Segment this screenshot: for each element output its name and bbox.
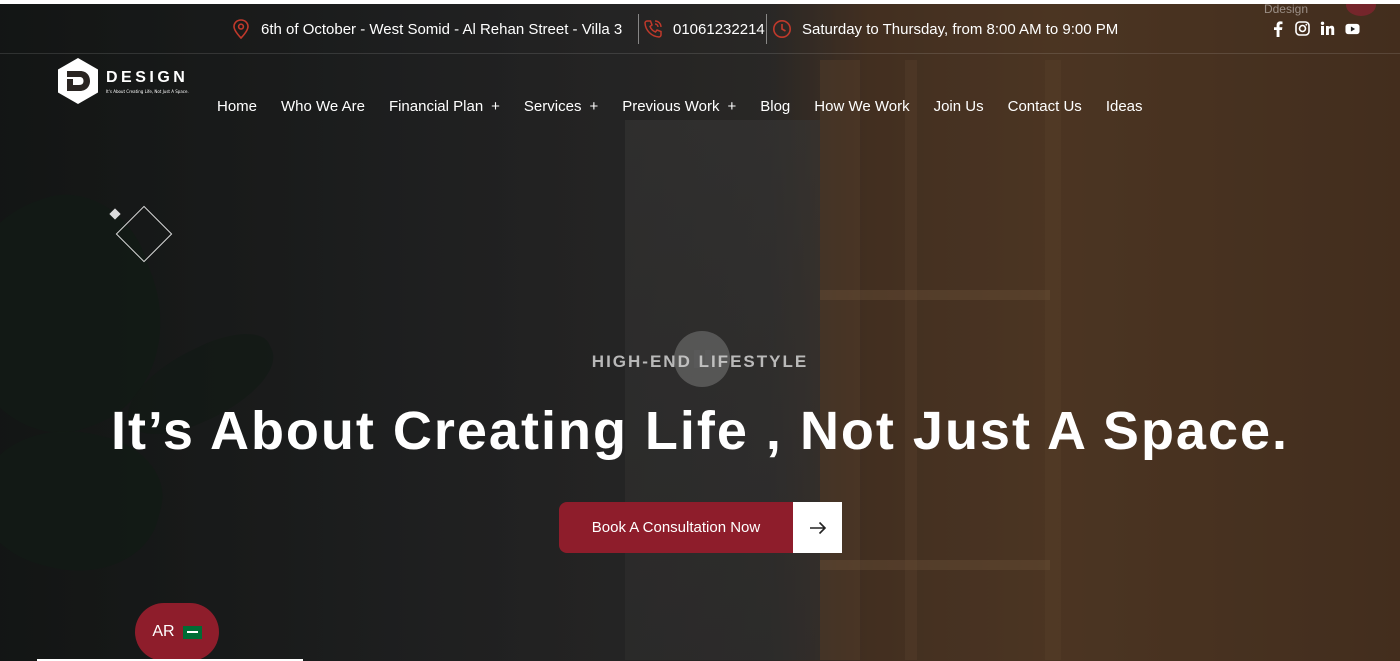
nav-label: Ideas bbox=[1105, 97, 1143, 115]
nav-label: Blog bbox=[760, 97, 791, 115]
nav-item-contact-us[interactable]: Contact Us bbox=[1008, 94, 1082, 118]
nav-label: Services bbox=[523, 97, 582, 115]
info-divider bbox=[766, 14, 767, 44]
main-navigation: Home Who We Are Financial Plan + Services… bbox=[217, 94, 1167, 118]
logo-text: DESIGN It's About Creating Life, Not Jus… bbox=[106, 69, 189, 94]
arrow-right-icon[interactable] bbox=[793, 502, 842, 553]
site-logo[interactable]: DESIGN It's About Creating Life, Not Jus… bbox=[54, 57, 189, 105]
nav-item-financial-plan[interactable]: Financial Plan + bbox=[389, 94, 500, 118]
hero-eyebrow: HIGH-END LIFESTYLE bbox=[591, 352, 809, 371]
phone-text[interactable]: 01061232214 bbox=[673, 21, 765, 38]
cta-label[interactable]: Book A Consultation Now bbox=[559, 502, 793, 553]
location-pin-icon bbox=[231, 19, 251, 39]
nav-item-ideas[interactable]: Ideas bbox=[1106, 94, 1143, 118]
nav-item-blog[interactable]: Blog bbox=[760, 94, 790, 118]
nav-item-join-us[interactable]: Join Us bbox=[934, 94, 984, 118]
page-top-edge bbox=[0, 0, 1400, 4]
book-consultation-button[interactable]: Book A Consultation Now bbox=[559, 502, 842, 553]
language-toggle[interactable]: AR bbox=[135, 603, 219, 661]
saudi-flag-icon bbox=[182, 625, 202, 639]
nav-label: Contact Us bbox=[1007, 97, 1082, 115]
nav-label: Who We Are bbox=[281, 97, 365, 115]
info-divider bbox=[638, 14, 639, 44]
phone-icon bbox=[643, 19, 663, 39]
address-item: 6th of October - West Somid - Al Rehan S… bbox=[231, 14, 622, 44]
nav-item-services[interactable]: Services + bbox=[524, 94, 598, 118]
nav-item-how-we-work[interactable]: How We Work bbox=[814, 94, 909, 118]
logo-tagline: It's About Creating Life, Not Just A Spa… bbox=[106, 88, 189, 94]
plus-icon[interactable]: + bbox=[491, 98, 500, 115]
logo-wordmark: DESIGN bbox=[106, 68, 189, 86]
plus-icon[interactable]: + bbox=[727, 98, 736, 115]
phone-item[interactable]: 01061232214 bbox=[643, 14, 765, 44]
nav-item-previous-work[interactable]: Previous Work + bbox=[622, 94, 736, 118]
nav-item-who-we-are[interactable]: Who We Are bbox=[281, 94, 365, 118]
nav-label: How We Work bbox=[814, 97, 910, 115]
nav-item-home[interactable]: Home bbox=[217, 94, 257, 118]
facebook-icon[interactable] bbox=[1270, 20, 1285, 37]
top-info-bar: 6th of October - West Somid - Al Rehan S… bbox=[0, 0, 1400, 54]
address-text: 6th of October - West Somid - Al Rehan S… bbox=[261, 20, 623, 38]
nav-label: Home bbox=[217, 97, 258, 115]
language-label: AR bbox=[152, 623, 175, 640]
hours-item: Saturday to Thursday, from 8:00 AM to 9:… bbox=[772, 14, 1118, 44]
nav-label: Join Us bbox=[933, 97, 984, 115]
social-links bbox=[1270, 20, 1360, 37]
hours-text: Saturday to Thursday, from 8:00 AM to 9:… bbox=[802, 20, 1119, 38]
hero-headline: It’s About Creating Life , Not Just A Sp… bbox=[110, 401, 1290, 461]
brand-faint-label: Ddesign bbox=[1263, 2, 1308, 16]
youtube-icon[interactable] bbox=[1345, 21, 1360, 36]
instagram-icon[interactable] bbox=[1295, 21, 1310, 36]
clock-icon bbox=[772, 19, 792, 39]
plus-icon[interactable]: + bbox=[589, 98, 598, 115]
linkedin-icon[interactable] bbox=[1320, 21, 1335, 36]
nav-label: Financial Plan bbox=[388, 97, 484, 115]
nav-label: Previous Work bbox=[622, 97, 720, 115]
logo-hexagon-icon bbox=[58, 58, 98, 104]
